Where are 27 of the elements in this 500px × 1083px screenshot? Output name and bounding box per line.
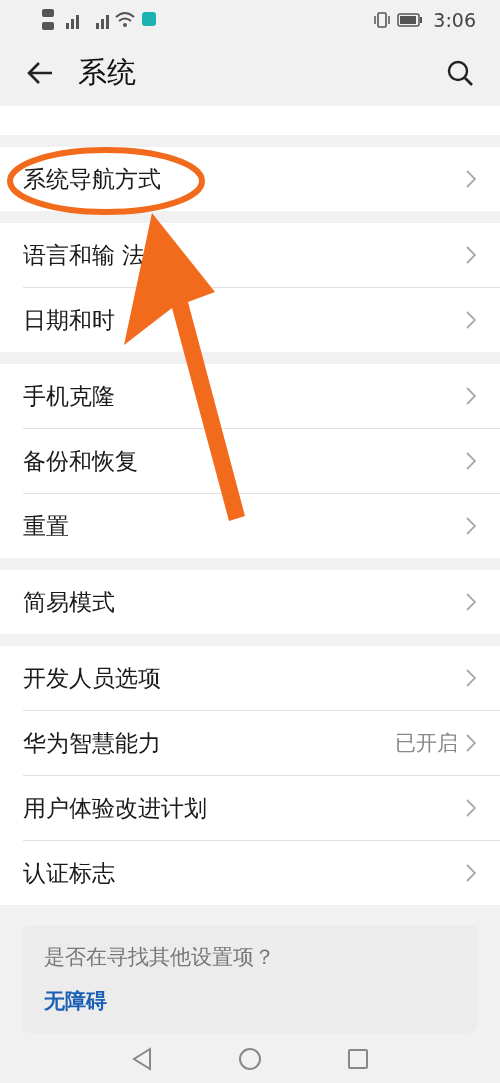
home-icon[interactable]	[238, 1047, 262, 1071]
chevron-icon	[466, 593, 476, 611]
hint-question: 是否在寻找其他设置项？	[44, 944, 275, 971]
chevron-icon	[466, 452, 476, 470]
chevron-icon	[466, 170, 476, 188]
back-icon[interactable]	[131, 1047, 153, 1071]
settings-item[interactable]: 日期和时	[23, 288, 500, 352]
recents-icon[interactable]	[347, 1048, 369, 1070]
chevron-icon	[466, 246, 476, 264]
chevron-icon	[466, 387, 476, 405]
settings-item[interactable]: 认证标志	[23, 841, 500, 905]
accessibility-link[interactable]: 无障碍	[44, 987, 107, 1015]
settings-item[interactable]: 用户体验改进计划	[23, 776, 500, 841]
chevron-icon	[466, 864, 476, 882]
settings-item[interactable]: 重置	[23, 494, 500, 558]
chevron-icon	[466, 734, 476, 752]
chevron-icon	[466, 669, 476, 687]
chevron-icon	[466, 799, 476, 817]
settings-item[interactable]: 开发人员选项	[23, 646, 500, 711]
chevron-icon	[466, 517, 476, 535]
chevron-icon	[466, 311, 476, 329]
status-time: 3:06	[433, 9, 476, 31]
settings-item[interactable]: 华为智慧能力 已开启	[23, 711, 500, 776]
page-title: 系统	[78, 54, 136, 91]
vibrate-icon	[373, 11, 392, 29]
search-icon[interactable]	[446, 59, 474, 87]
battery-icon	[397, 13, 424, 27]
